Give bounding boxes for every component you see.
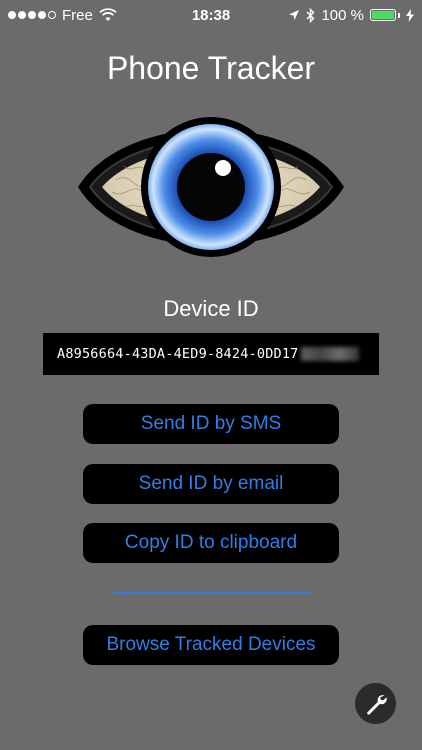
signal-dot bbox=[18, 11, 26, 19]
status-right: 100 % bbox=[288, 7, 414, 24]
signal-dot bbox=[38, 11, 46, 19]
eye-icon bbox=[76, 100, 346, 275]
browse-tracked-devices-button[interactable]: Browse Tracked Devices bbox=[83, 625, 339, 665]
battery-percentage: 100 % bbox=[321, 6, 364, 24]
send-id-sms-button[interactable]: Send ID by SMS bbox=[83, 404, 339, 444]
signal-dot bbox=[48, 11, 56, 19]
device-id-label: Device ID bbox=[163, 296, 259, 321]
app-title: Phone Tracker bbox=[106, 50, 316, 86]
wifi-icon bbox=[99, 8, 117, 21]
wrench-icon bbox=[366, 694, 387, 715]
signal-dot bbox=[8, 11, 16, 19]
carrier-name: Free bbox=[62, 6, 93, 24]
location-arrow-icon bbox=[289, 10, 300, 20]
signal-dot bbox=[28, 11, 36, 19]
device-id-value: A8956664-43DA-4ED9-8424-0DD17 bbox=[57, 346, 299, 362]
app-screen: Free 18:38 100 % Phone Tracker Device ID… bbox=[0, 0, 422, 750]
device-id-field[interactable]: A8956664-43DA-4ED9-8424-0DD17 bbox=[43, 333, 379, 375]
status-bar: Free 18:38 100 % bbox=[0, 0, 422, 30]
settings-button[interactable] bbox=[355, 683, 396, 724]
copy-id-clipboard-button[interactable]: Copy ID to clipboard bbox=[83, 523, 339, 563]
device-id-redacted bbox=[300, 347, 359, 361]
bluetooth-icon bbox=[306, 7, 315, 23]
status-left: Free bbox=[8, 7, 117, 24]
battery-icon bbox=[370, 9, 400, 21]
divider bbox=[113, 592, 310, 594]
signal-strength-icon bbox=[8, 11, 56, 19]
send-id-email-button[interactable]: Send ID by email bbox=[83, 464, 339, 504]
charging-bolt-icon bbox=[406, 8, 414, 22]
